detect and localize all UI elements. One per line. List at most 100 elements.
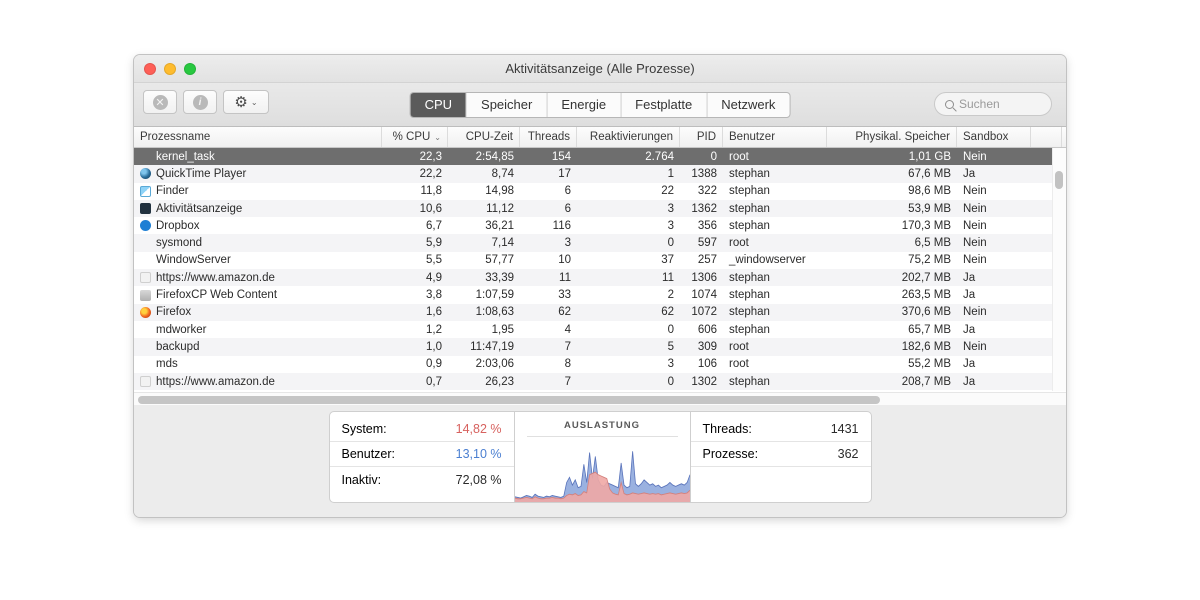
column-header-user[interactable]: Benutzer <box>723 127 827 147</box>
legend-label-inaktiv: Inaktiv: <box>341 472 382 487</box>
column-header-label: % CPU <box>392 131 431 143</box>
cell-name: kernel_task <box>134 151 382 163</box>
column-header-sandbox[interactable]: Sandbox <box>957 127 1031 147</box>
legend-row-inaktiv: Inaktiv: 72,08 % <box>330 467 514 492</box>
column-header-more[interactable] <box>1031 127 1062 147</box>
blank-app-icon <box>140 341 151 352</box>
column-header-cputime[interactable]: CPU-Zeit <box>448 127 520 147</box>
column-header-wakeups[interactable]: Reaktivierungen <box>577 127 680 147</box>
chevron-down-icon: ⌄ <box>250 97 258 107</box>
cell-user: stephan <box>729 306 770 319</box>
horizontal-scrollbar-track[interactable] <box>134 392 1066 405</box>
column-header-cpu[interactable]: % CPU ⌄ <box>382 127 448 147</box>
table-row[interactable]: https://www.amazon.de 0,7 26,23 7 0 1302 steph… <box>134 372 1066 391</box>
tab-netzwerk[interactable]: Netzwerk <box>706 93 789 117</box>
cpu-load-graph: AUSLASTUNG <box>513 412 691 502</box>
firefox-app-icon <box>140 306 151 318</box>
search-field[interactable]: Suchen <box>934 92 1052 116</box>
cell-memory: 370,6 MB <box>901 306 951 319</box>
cell-wakeups: 11 <box>662 271 674 284</box>
cell-pid: 257 <box>697 254 717 267</box>
horizontal-scrollbar-thumb[interactable] <box>138 396 880 404</box>
legend-row-system: System: 14,82 % <box>329 417 514 442</box>
table-row[interactable]: Firefox 1,6 1:08,63 62 62 1072 stephan 370,6 MB… <box>134 303 1066 321</box>
process-name: mdworker <box>156 323 207 336</box>
cell-cputime: 1:07,59 <box>475 289 514 302</box>
cell-sandbox: Nein <box>963 340 987 353</box>
process-name: Finder <box>156 185 189 198</box>
process-name: sysmond <box>156 237 203 250</box>
cell-name: Aktivitätsanzeige <box>134 203 382 215</box>
cell-wakeups: 1 <box>667 167 674 180</box>
cell-cpu: 6,7 <box>426 219 442 232</box>
table-row[interactable]: sysmond 5,9 7,14 3 0 597 root 6,5 MB Nein <box>134 234 1066 252</box>
blank-app-icon <box>140 324 151 335</box>
table-row[interactable]: mdworker 1,2 1,95 4 0 606 stephan 65,7 MB Ja <box>134 320 1066 339</box>
activity-app-icon <box>140 203 151 215</box>
cell-memory: 170,3 MB <box>901 219 951 232</box>
tab-energie[interactable]: Energie <box>546 93 620 117</box>
cell-user: stephan <box>729 289 770 302</box>
cell-memory: 67,6 MB <box>908 167 951 180</box>
table-row[interactable]: Dropbox 6,7 36,21 116 3 356 stephan 170,3 MB Nei… <box>134 217 1066 235</box>
actions-menu-button[interactable]: ⚙ ⌄ <box>223 90 269 114</box>
tab-festplatte[interactable]: Festplatte <box>620 93 706 117</box>
cell-memory: 202,7 MB <box>901 271 951 284</box>
table-row[interactable]: mds 0,9 2:03,06 8 3 106 root 55,2 MB Ja <box>134 355 1066 373</box>
cell-pid: 0 <box>710 150 717 163</box>
blank-app-icon <box>140 238 151 249</box>
vertical-scrollbar-thumb[interactable] <box>1055 171 1063 189</box>
cell-cpu: 22,2 <box>419 167 442 180</box>
cell-cputime: 1:08,63 <box>475 306 514 319</box>
table-row[interactable]: backupd 1,0 11:47,19 7 5 309 root 182,6 MB Nein <box>134 338 1066 356</box>
cpu-legend: System: 14,82 % Benutzer: 13,10 % Inakti… <box>329 412 514 502</box>
stop-process-button[interactable]: ✕ <box>143 90 177 114</box>
cell-sandbox: Nein <box>963 150 987 163</box>
process-name: QuickTime Player <box>156 167 247 180</box>
cell-wakeups: 62 <box>661 306 674 319</box>
process-name: FirefoxCP Web Content <box>156 289 278 302</box>
table-row[interactable]: https://www.amazon.de 4,9 33,39 11 11 1306 ste… <box>134 269 1066 287</box>
cell-name: backupd <box>134 341 382 353</box>
cell-name: Dropbox <box>134 220 382 232</box>
tab-cpu[interactable]: CPU <box>410 93 467 117</box>
toolbar: ✕ i ⚙ ⌄ CPU Speicher Energie Festplatte … <box>134 83 1066 127</box>
table-row[interactable]: Aktivitätsanzeige 10,6 11,12 6 3 1362 stephan 5… <box>134 199 1066 218</box>
cell-memory: 53,9 MB <box>908 202 951 215</box>
table-row[interactable]: Finder 11,8 14,98 6 22 322 stephan 98,6 MB Nein <box>134 182 1066 200</box>
info-icon: i <box>192 94 208 110</box>
cell-memory: 1,01 GB <box>908 150 951 163</box>
cell-user: stephan <box>729 375 770 388</box>
blank-app-icon <box>140 359 151 370</box>
tab-speicher[interactable]: Speicher <box>466 93 546 117</box>
table-row[interactable]: kernel_task 22,3 2:54,85 154 2.764 0 root 1,01 … <box>134 148 1066 166</box>
column-header-pid[interactable]: PID <box>680 127 723 147</box>
toolbar-button-group: ✕ i ⚙ ⌄ <box>143 90 269 114</box>
cell-cputime: 36,21 <box>485 219 514 232</box>
cell-cpu: 5,9 <box>426 237 442 250</box>
column-header-name[interactable]: Prozessname <box>134 127 382 147</box>
process-name: kernel_task <box>156 150 215 163</box>
window-title: Aktivitätsanzeige (Alle Prozesse) <box>505 61 695 76</box>
cell-threads: 3 <box>564 237 571 250</box>
counts-row-prozesse: Prozesse: 362 <box>690 442 871 467</box>
column-header-label: Prozessname <box>140 131 211 143</box>
column-header-threads[interactable]: Threads <box>520 127 577 147</box>
table-row[interactable]: WindowServer 5,5 57,77 10 37 257 _windowserver… <box>134 251 1066 270</box>
cell-pid: 356 <box>697 219 717 232</box>
vertical-scrollbar-track[interactable] <box>1052 148 1066 391</box>
column-header-label: CPU-Zeit <box>465 131 513 143</box>
cell-wakeups: 0 <box>667 375 674 388</box>
cell-pid: 1388 <box>691 167 717 180</box>
cell-user: _windowserver <box>729 254 806 267</box>
inspect-process-button[interactable]: i <box>183 90 217 114</box>
process-name: Firefox <box>156 306 192 319</box>
table-row[interactable]: QuickTime Player 22,2 8,74 17 1 1388 stephan 67… <box>134 165 1066 183</box>
process-table: Prozessname % CPU ⌄ CPU-Zeit Threads Reaktivi… <box>134 127 1066 405</box>
column-header-memory[interactable]: Physikal. Speicher <box>827 127 957 147</box>
cell-user: stephan <box>729 323 770 336</box>
blank-app-icon <box>140 255 151 266</box>
cell-pid: 106 <box>697 358 717 371</box>
legend-value-inaktiv: 72,08 % <box>455 472 502 487</box>
table-row[interactable]: FirefoxCP Web Content 3,8 1:07,59 33 2 1074 st… <box>134 286 1066 304</box>
